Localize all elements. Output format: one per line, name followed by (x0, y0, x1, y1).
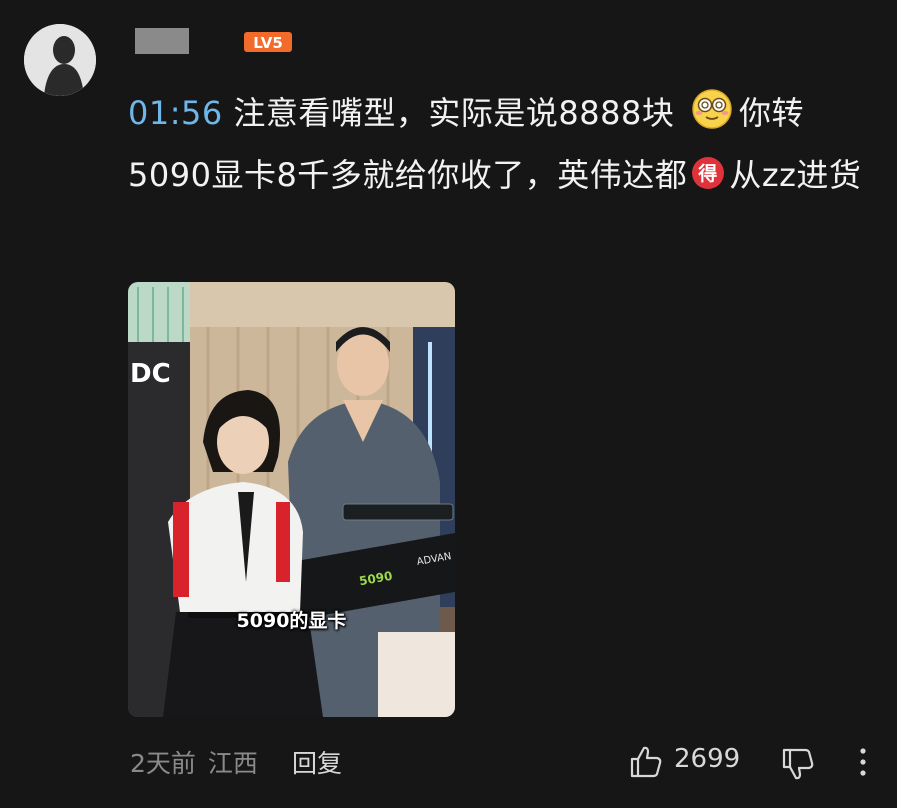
video-thumbnail[interactable]: DC 5090 ADVAN 5090的显卡 (128, 282, 455, 717)
comment-text-part1: 注意看嘴型，实际是说8888块 (222, 94, 675, 132)
dizzy-face-emoji (691, 88, 733, 130)
video-scene-image: DC 5090 ADVAN (128, 282, 455, 717)
reply-button[interactable]: 回复 (292, 744, 342, 780)
level-badge-text: LV5 (253, 34, 283, 52)
user-avatar[interactable] (24, 24, 96, 96)
user-silhouette-icon (24, 24, 96, 96)
comment-text[interactable]: 01:56 注意看嘴型，实际是说8888块 你转5090显卡8千多就给你收了，英… (128, 82, 873, 206)
comment-time: 2天前 (130, 749, 196, 778)
svg-text:DC: DC (130, 359, 171, 389)
username-redacted[interactable] (135, 28, 189, 54)
de-sticker-char: 得 (698, 162, 719, 185)
level-badge: LV5 (243, 30, 293, 54)
thumbs-down-icon[interactable] (780, 746, 816, 782)
de-sticker-emoji: 得 (690, 155, 726, 191)
video-caption: 5090的显卡 (236, 610, 347, 632)
thumbs-up-icon[interactable] (628, 744, 664, 780)
comment-item: LV5 01:56 注意看嘴型，实际是说8888块 你转5090显卡8千多就给你… (0, 0, 897, 808)
like-count: 2699 (674, 744, 741, 774)
more-options-icon[interactable] (856, 746, 870, 778)
comment-location: 江西 (207, 749, 258, 778)
video-timestamp-link[interactable]: 01:56 (128, 94, 223, 132)
comment-text-part3: 从zz进货 (729, 156, 862, 194)
comment-meta: 2天前 江西 (130, 744, 270, 780)
